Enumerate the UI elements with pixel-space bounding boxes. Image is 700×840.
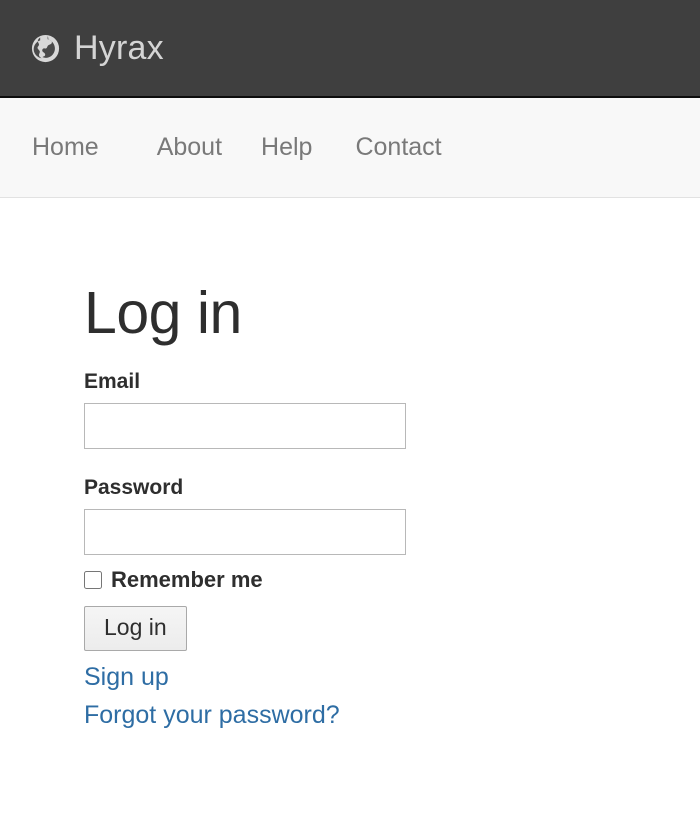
forgot-password-row: Forgot your password? <box>84 690 700 728</box>
login-form: Email Password Remember me Log in <box>84 343 700 651</box>
nav-link-home[interactable]: Home <box>32 135 157 160</box>
password-label: Password <box>84 476 184 499</box>
nav-list: Home About Help Contact <box>0 135 442 160</box>
auth-links: Sign up Forgot your password? <box>84 651 700 728</box>
nav-item-about: About <box>157 135 261 160</box>
globe-icon <box>30 33 61 64</box>
masthead: Hyrax <box>0 0 700 98</box>
nav-link-help[interactable]: Help <box>261 135 355 160</box>
email-field[interactable] <box>84 403 406 449</box>
nav-item-help: Help <box>261 135 355 160</box>
main-content: Log in Email Password Remember me Log in… <box>0 198 700 728</box>
remember-me-row: Remember me <box>84 569 700 591</box>
forgot-password-link[interactable]: Forgot your password? <box>84 703 340 728</box>
nav-item-home: Home <box>32 135 157 160</box>
nav-item-contact: Contact <box>355 135 441 160</box>
page-title: Log in <box>84 280 242 346</box>
log-in-button[interactable]: Log in <box>84 606 187 651</box>
remember-me-checkbox[interactable] <box>84 571 102 589</box>
sign-up-row: Sign up <box>84 651 700 690</box>
remember-me-label[interactable]: Remember me <box>111 569 263 591</box>
email-label: Email <box>84 370 141 393</box>
main-navigation: Home About Help Contact <box>0 98 700 198</box>
password-field[interactable] <box>84 509 406 555</box>
brand-link[interactable]: Hyrax <box>30 31 164 65</box>
nav-link-about[interactable]: About <box>157 135 261 160</box>
sign-up-link[interactable]: Sign up <box>84 665 169 690</box>
nav-link-contact[interactable]: Contact <box>355 135 441 160</box>
brand-name: Hyrax <box>74 29 164 67</box>
